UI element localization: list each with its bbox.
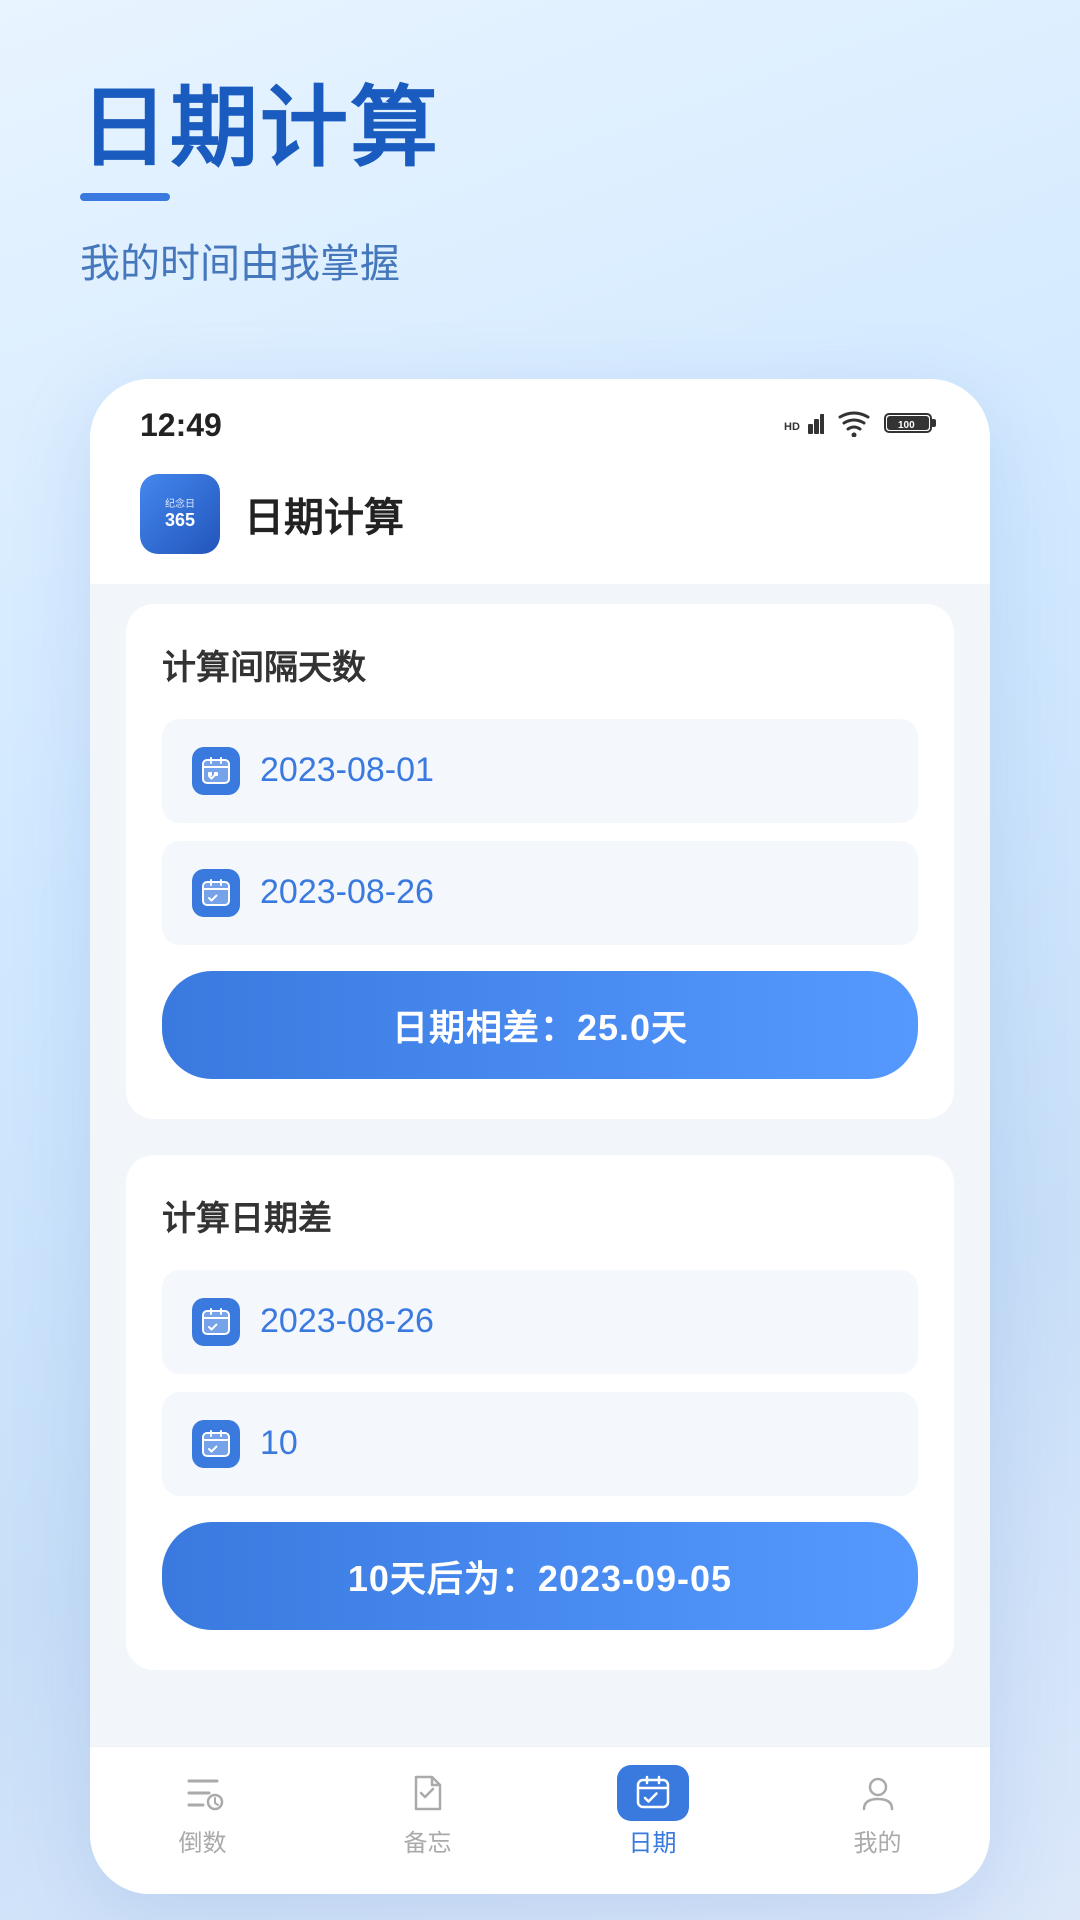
nav-label-countdown: 倒数 — [179, 1823, 227, 1858]
signal-icon: HD — [784, 410, 824, 441]
card2-result-button[interactable]: 10天后为：2023-09-05 — [162, 1522, 918, 1630]
nav-item-memo[interactable]: 备忘 — [315, 1771, 540, 1858]
card2-date1-row[interactable]: 2023-08-26 — [162, 1270, 918, 1374]
card1-date2-row[interactable]: 2023-08-26 — [162, 841, 918, 945]
page-subtitle: 我的时间由我掌握 — [80, 231, 1000, 289]
card-date-diff: 计算日期差 2023-08-26 — [126, 1155, 954, 1670]
nav-item-countdown[interactable]: 倒数 — [90, 1771, 315, 1858]
card-interval-days: 计算间隔天数 2023-08-01 — [126, 604, 954, 1119]
app-title: 日期计算 — [244, 485, 404, 543]
card2-days-icon — [192, 1420, 240, 1468]
nav-label-date: 日期 — [629, 1823, 677, 1858]
card2-days-row[interactable]: 10 — [162, 1392, 918, 1496]
title-underline — [80, 193, 170, 201]
logo-line2: 365 — [165, 511, 195, 529]
nav-label-memo: 备忘 — [404, 1823, 452, 1858]
app-logo: 纪念日 365 — [140, 474, 220, 554]
app-header: 纪念日 365 日期计算 — [90, 454, 990, 584]
card2-date1-icon — [192, 1298, 240, 1346]
card2-date1-value: 2023-08-26 — [260, 1302, 434, 1341]
wifi-icon — [836, 409, 872, 442]
memo-icon — [402, 1771, 454, 1815]
card2-result-text: 10天后为：2023-09-05 — [348, 1558, 732, 1599]
mine-icon — [852, 1771, 904, 1815]
card1-date1-row[interactable]: 2023-08-01 — [162, 719, 918, 823]
svg-text:100: 100 — [898, 420, 915, 431]
status-icons: HD — [784, 409, 940, 442]
card1-date2-icon — [192, 869, 240, 917]
svg-text:HD: HD — [784, 421, 800, 433]
content-area: 计算间隔天数 2023-08-01 — [90, 584, 990, 1746]
status-time: 12:49 — [140, 407, 222, 444]
logo-line1: 纪念日 — [165, 499, 195, 511]
card1-title: 计算间隔天数 — [162, 640, 918, 689]
card1-result-button[interactable]: 日期相差：25.0天 — [162, 971, 918, 1079]
phone-mockup: 12:49 HD — [90, 379, 990, 1894]
page-header: 日期计算 我的时间由我掌握 — [0, 0, 1080, 329]
nav-label-mine: 我的 — [854, 1823, 902, 1858]
bottom-nav: 倒数 备忘 — [90, 1746, 990, 1894]
card2-days-value: 10 — [260, 1424, 298, 1463]
countdown-icon — [177, 1771, 229, 1815]
status-bar: 12:49 HD — [90, 379, 990, 454]
battery-icon: 100 — [884, 410, 940, 441]
card2-title: 计算日期差 — [162, 1191, 918, 1240]
page-title: 日期计算 — [80, 80, 1000, 177]
card1-result-text: 日期相差：25.0天 — [392, 1007, 688, 1048]
card1-date1-value: 2023-08-01 — [260, 751, 434, 790]
date-icon — [627, 1771, 679, 1815]
card1-date2-value: 2023-08-26 — [260, 873, 434, 912]
nav-item-date[interactable]: 日期 — [540, 1771, 765, 1858]
card1-date1-icon — [192, 747, 240, 795]
nav-item-mine[interactable]: 我的 — [765, 1771, 990, 1858]
